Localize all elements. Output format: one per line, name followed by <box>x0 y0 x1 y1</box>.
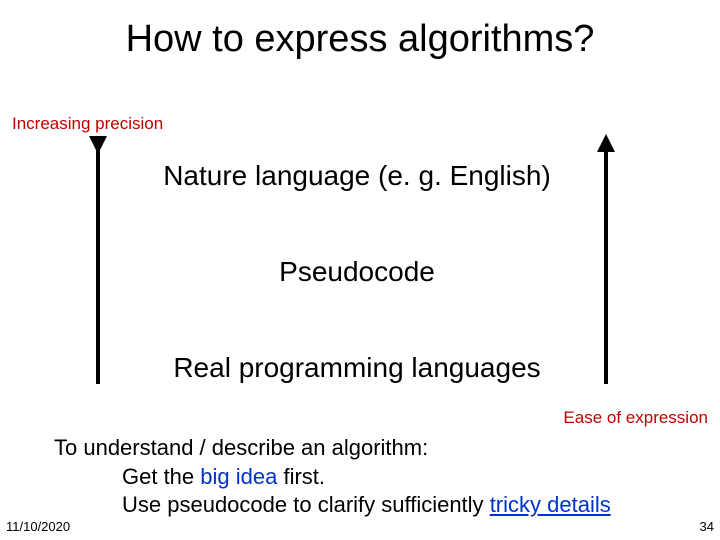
footer-date: 11/10/2020 <box>6 519 70 534</box>
desc-text: Use pseudocode to clarify sufficiently <box>122 492 490 517</box>
slide-title: How to express algorithms? <box>0 0 720 61</box>
desc-line-1: To understand / describe an algorithm: <box>54 434 611 463</box>
description-block: To understand / describe an algorithm: G… <box>54 434 611 520</box>
desc-line-2: Get the big idea first. <box>54 463 611 492</box>
desc-line-3: Use pseudocode to clarify sufficiently t… <box>54 491 611 520</box>
tricky-details-text: tricky details <box>490 492 611 517</box>
footer-page-number: 34 <box>700 519 714 534</box>
level-pseudocode: Pseudocode <box>122 256 592 288</box>
ease-label: Ease of expression <box>563 408 708 428</box>
precision-label: Increasing precision <box>12 114 163 134</box>
level-natural-language: Nature language (e. g. English) <box>122 160 592 192</box>
level-real-languages: Real programming languages <box>122 352 592 384</box>
big-idea-text: big idea <box>200 464 277 489</box>
desc-text: Get the <box>122 464 200 489</box>
desc-text: first. <box>277 464 325 489</box>
